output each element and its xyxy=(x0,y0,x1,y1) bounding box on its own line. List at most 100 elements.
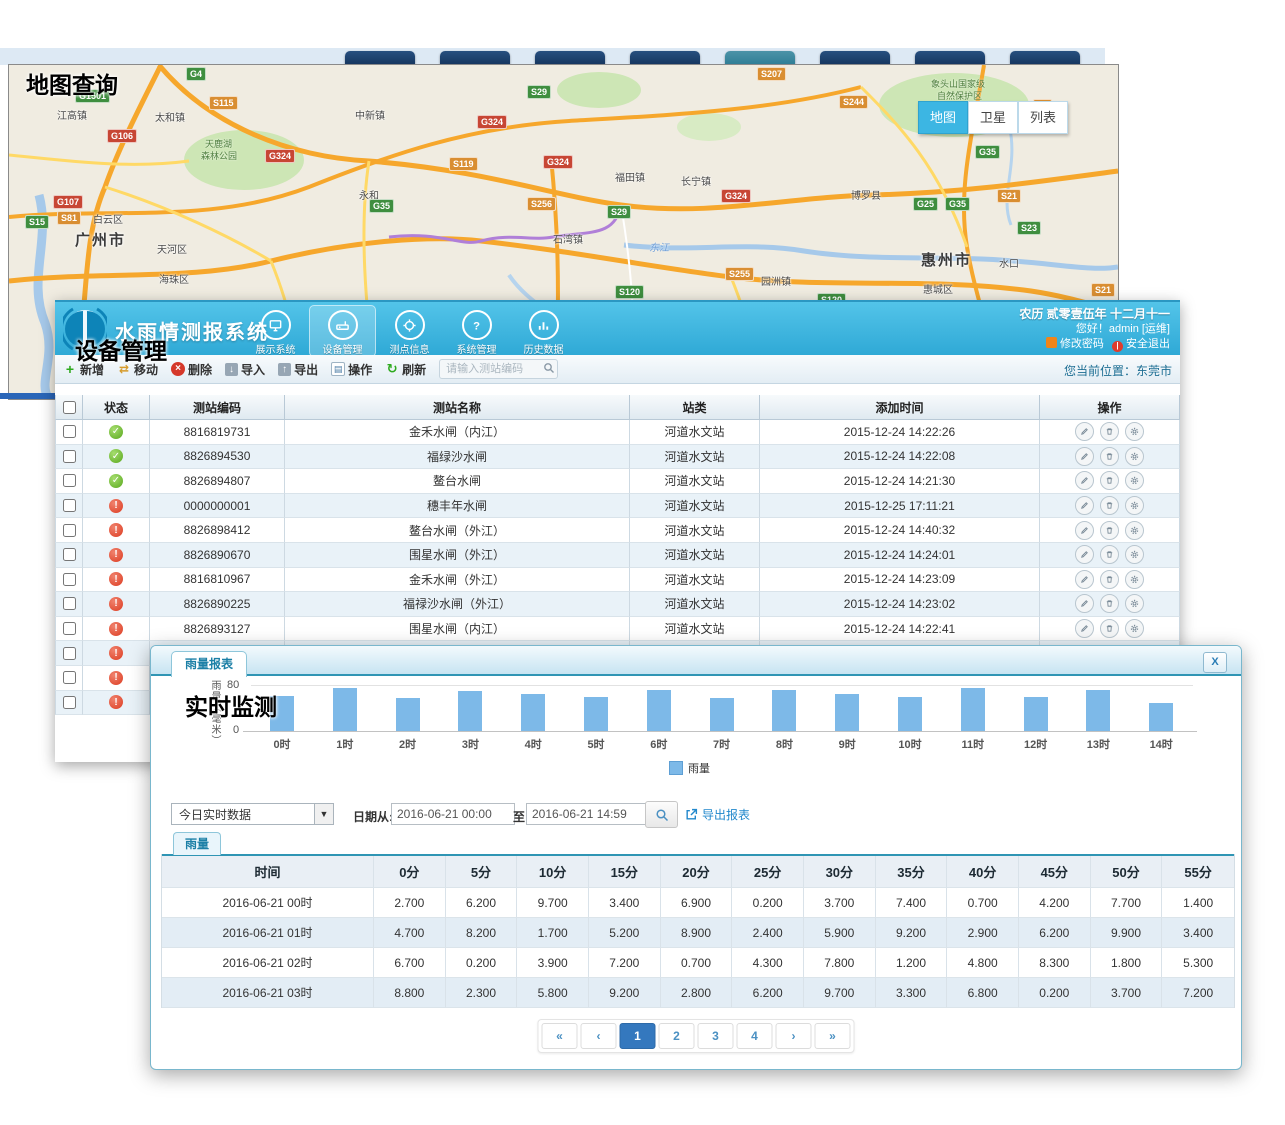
delete-icon[interactable] xyxy=(1100,619,1119,638)
table-row: !8826890225福禄沙水闸（外江）河道水文站2015-12-24 14:2… xyxy=(55,592,1180,617)
page-button-2[interactable]: 2 xyxy=(659,1023,695,1049)
search-button[interactable] xyxy=(645,801,678,828)
page-button-«[interactable]: « xyxy=(542,1023,578,1049)
gear-icon[interactable] xyxy=(1125,422,1144,441)
date-from-input[interactable] xyxy=(391,803,515,825)
delete-icon[interactable] xyxy=(1100,496,1119,515)
edit-icon[interactable] xyxy=(1075,521,1094,540)
row-checkbox[interactable] xyxy=(63,671,76,684)
page-button-3[interactable]: 3 xyxy=(698,1023,734,1049)
map-label: G106 xyxy=(107,129,137,143)
row-checkbox[interactable] xyxy=(63,474,76,487)
nav-item-展示系统[interactable]: 展示系统 xyxy=(242,305,309,357)
station-search-icon[interactable] xyxy=(542,362,556,376)
column-header: 35分 xyxy=(876,856,948,888)
table-row: 2016-06-21 01时4.7008.2001.7005.2008.9002… xyxy=(162,918,1234,948)
edit-icon[interactable] xyxy=(1075,619,1094,638)
row-checkbox[interactable] xyxy=(63,425,76,438)
row-checkbox[interactable] xyxy=(63,597,76,610)
nav-item-历史数据[interactable]: 历史数据 xyxy=(510,305,577,357)
gear-icon[interactable] xyxy=(1125,570,1144,589)
column-header: 25分 xyxy=(732,856,804,888)
gear-icon[interactable] xyxy=(1125,619,1144,638)
gear-icon[interactable] xyxy=(1125,447,1144,466)
map-view-button-地图[interactable]: 地图 xyxy=(918,101,968,134)
table-cell: 2.800 xyxy=(661,978,733,1008)
change-password-link[interactable]: 修改密码 xyxy=(1046,337,1104,352)
toolbar-button-导入[interactable]: ↓导入 xyxy=(225,361,265,378)
row-checkbox[interactable] xyxy=(63,548,76,561)
background-tab xyxy=(1010,51,1080,65)
x-tick-label: 11时 xyxy=(951,736,995,752)
gear-icon[interactable] xyxy=(1125,521,1144,540)
edit-icon[interactable] xyxy=(1075,594,1094,613)
edit-icon[interactable] xyxy=(1075,447,1094,466)
rainfall-report-tab[interactable]: 雨量报表 xyxy=(171,651,247,677)
logout-link[interactable]: | 安全退出 xyxy=(1112,337,1170,352)
close-icon[interactable]: X xyxy=(1203,652,1227,673)
row-checkbox[interactable] xyxy=(63,696,76,709)
gear-icon[interactable] xyxy=(1125,471,1144,490)
toolbar-button-删除[interactable]: ×删除 xyxy=(171,361,212,378)
realtime-monitor-window: 雨量报表 X 80 0 雨量（毫米） 0时1时2时3时4时5时6时7时8时9时1… xyxy=(150,645,1242,1070)
toolbar-button-刷新[interactable]: ↻刷新 xyxy=(385,361,426,378)
map-label: 广州市 xyxy=(75,229,126,250)
select-all-checkbox[interactable] xyxy=(63,401,76,414)
station-code-search-input[interactable] xyxy=(439,359,558,379)
gear-icon[interactable] xyxy=(1125,545,1144,564)
map-label: S256 xyxy=(527,197,556,211)
toolbar-button-导出[interactable]: ↑导出 xyxy=(278,361,318,378)
map-label: G35 xyxy=(975,145,1000,159)
delete-icon[interactable] xyxy=(1100,545,1119,564)
delete-icon[interactable] xyxy=(1100,422,1119,441)
page-button-‹[interactable]: ‹ xyxy=(581,1023,617,1049)
nav-item-测点信息[interactable]: 测点信息 xyxy=(376,305,443,357)
map-view-button-卫星[interactable]: 卫星 xyxy=(968,101,1018,134)
station-code: 8826893127 xyxy=(150,617,285,642)
range-select[interactable]: 今日实时数据 ▼ xyxy=(171,803,334,825)
row-checkbox[interactable] xyxy=(63,450,76,463)
rain-data-tab[interactable]: 雨量 xyxy=(173,832,221,855)
page-button-»[interactable]: » xyxy=(815,1023,851,1049)
row-checkbox[interactable] xyxy=(63,499,76,512)
delete-icon[interactable] xyxy=(1100,521,1119,540)
delete-icon[interactable] xyxy=(1100,471,1119,490)
toolbar-button-操作[interactable]: ▤操作 xyxy=(331,361,372,378)
map-label: S21 xyxy=(997,189,1021,203)
edit-icon[interactable] xyxy=(1075,496,1094,515)
rain-bar-5时 xyxy=(584,697,608,731)
table-row: ✓8816819731金禾水闸（内江）河道水文站2015-12-24 14:22… xyxy=(55,420,1180,445)
row-checkbox[interactable] xyxy=(63,622,76,635)
nav-item-系统管理[interactable]: ?系统管理 xyxy=(443,305,510,357)
nav-item-设备管理[interactable]: 设备管理 xyxy=(309,305,376,357)
gear-icon[interactable] xyxy=(1125,594,1144,613)
edit-icon[interactable] xyxy=(1075,545,1094,564)
table-cell: 2.900 xyxy=(947,918,1019,948)
delete-icon[interactable] xyxy=(1100,594,1119,613)
station-status: ! xyxy=(83,568,150,593)
row-checkbox[interactable] xyxy=(63,647,76,660)
x-tick-label: 8时 xyxy=(762,736,806,752)
page-button-1[interactable]: 1 xyxy=(620,1023,656,1049)
row-checkbox[interactable] xyxy=(63,573,76,586)
chart-icon xyxy=(529,310,559,340)
gear-icon[interactable] xyxy=(1125,496,1144,515)
export-report-link[interactable]: 导出报表 xyxy=(685,806,750,823)
date-to-label: 至 xyxy=(513,808,525,825)
x-tick-label: 7时 xyxy=(700,736,744,752)
edit-icon[interactable] xyxy=(1075,422,1094,441)
page-button-›[interactable]: › xyxy=(776,1023,812,1049)
page-button-4[interactable]: 4 xyxy=(737,1023,773,1049)
date-to-input[interactable] xyxy=(526,803,650,825)
edit-icon[interactable] xyxy=(1075,471,1094,490)
chart-baseline xyxy=(243,731,1197,732)
station-actions xyxy=(1040,518,1180,543)
edit-icon[interactable] xyxy=(1075,570,1094,589)
row-checkbox[interactable] xyxy=(63,524,76,537)
map-view-button-列表[interactable]: 列表 xyxy=(1018,101,1068,134)
delete-icon[interactable] xyxy=(1100,447,1119,466)
table-cell: 2.300 xyxy=(446,978,518,1008)
delete-icon[interactable] xyxy=(1100,570,1119,589)
chevron-down-icon[interactable]: ▼ xyxy=(314,804,333,824)
power-icon: | xyxy=(1112,341,1123,352)
